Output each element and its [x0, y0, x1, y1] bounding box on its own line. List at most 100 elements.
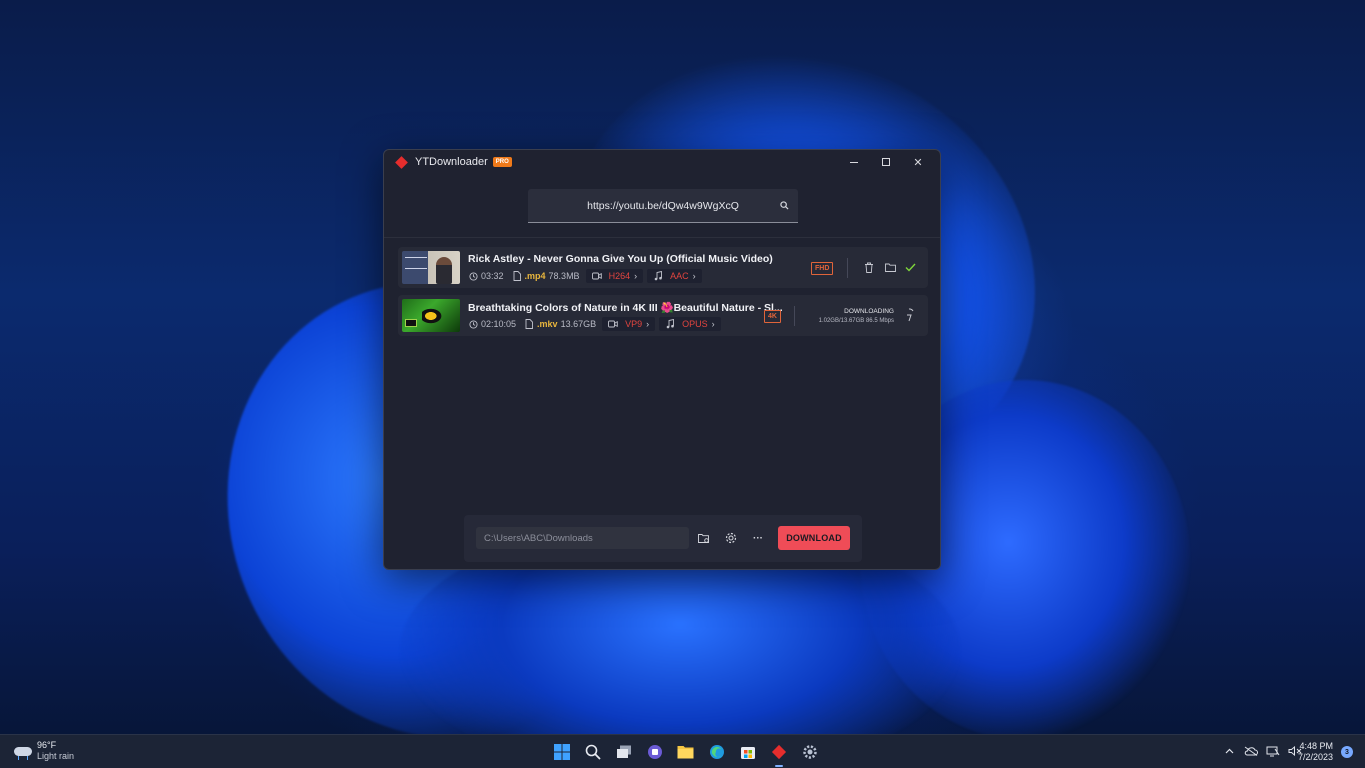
ytdownloader-icon — [771, 744, 786, 760]
quality-badge[interactable]: 4K — [764, 310, 781, 323]
browse-folder-button[interactable] — [696, 530, 712, 546]
store-button[interactable] — [732, 740, 763, 764]
taskbar-search-button[interactable] — [577, 740, 608, 764]
video-meta: 03:32 .mp4 78.3MB H264 › AAC › — [468, 269, 706, 283]
quality-badge[interactable]: FHD — [811, 262, 834, 275]
open-folder-button[interactable] — [883, 260, 897, 274]
folder-settings-icon — [698, 533, 709, 543]
video-codec-selector[interactable]: VP9 › — [602, 317, 656, 331]
show-hidden-icons-button[interactable] — [1219, 743, 1239, 759]
search-icon[interactable] — [770, 201, 798, 210]
chevron-up-icon — [1225, 748, 1233, 754]
chevron-right-icon: › — [711, 319, 715, 329]
video-codec: VP9 — [625, 319, 643, 329]
teams-button[interactable] — [639, 740, 670, 764]
video-title: Breathtaking Colors of Nature in 4K III … — [468, 302, 783, 314]
clock-date: 7/2/2023 — [1297, 752, 1333, 762]
complete-check-icon — [903, 260, 917, 274]
teams-icon — [647, 745, 662, 759]
video-thumbnail — [402, 299, 460, 332]
delete-button[interactable] — [862, 260, 876, 274]
file-icon — [524, 319, 534, 329]
more-options-button[interactable]: ··· — [750, 530, 766, 546]
clock-icon — [468, 319, 478, 329]
cloud-offline-icon — [1244, 746, 1258, 756]
download-item[interactable]: Breathtaking Colors of Nature in 4K III … — [398, 295, 928, 336]
audio-codec: AAC — [670, 271, 689, 281]
weather-rain-icon — [12, 742, 34, 760]
separator — [847, 258, 848, 278]
settings-icon — [802, 745, 817, 759]
weather-widget[interactable]: 96°F Light rain — [12, 740, 74, 762]
chevron-right-icon: › — [646, 319, 650, 329]
onedrive-button[interactable] — [1241, 743, 1261, 759]
thumbnail-bird — [422, 307, 444, 325]
edge-icon — [709, 745, 724, 759]
task-view-icon — [616, 745, 631, 758]
music-note-icon — [653, 271, 663, 281]
edge-button[interactable] — [701, 740, 732, 764]
separator — [794, 306, 795, 326]
close-button[interactable]: ✕ — [902, 152, 934, 172]
video-meta: 02:10:05 .mkv 13.67GB VP9 › OPUS › — [468, 317, 725, 331]
thumbnail-text-mark — [405, 257, 427, 269]
video-camera-icon — [591, 271, 602, 281]
file-icon — [512, 271, 522, 281]
notification-badge[interactable]: 3 — [1341, 746, 1353, 758]
pro-badge: PRO — [492, 157, 512, 167]
video-thumbnail — [402, 251, 460, 284]
weather-description: Light rain — [37, 751, 75, 761]
download-item[interactable]: Rick Astley - Never Gonna Give You Up (O… — [398, 247, 928, 288]
settings-button[interactable] — [723, 530, 739, 546]
more-icon: ··· — [753, 532, 763, 544]
task-view-button[interactable] — [608, 740, 639, 764]
header-divider — [384, 237, 940, 238]
start-button[interactable] — [546, 740, 577, 764]
trash-icon — [865, 262, 873, 273]
store-icon — [740, 747, 755, 759]
ytdownloader-taskbar-button[interactable] — [763, 740, 794, 767]
minimize-button[interactable] — [838, 152, 870, 172]
window-controls: ✕ — [838, 152, 934, 172]
thumbnail-figure — [436, 257, 452, 284]
windows-start-icon — [553, 744, 570, 760]
clock-time: 4:48 PM — [1299, 741, 1333, 751]
video-codec-selector[interactable]: H264 › — [585, 269, 644, 283]
folder-icon — [884, 263, 896, 272]
chevron-right-icon: › — [692, 271, 696, 281]
minimize-icon — [850, 161, 858, 163]
audio-codec-selector[interactable]: AAC › — [647, 269, 702, 283]
download-progress-text: 1.02GB/13.67GB 86.5 Mbps — [818, 318, 894, 324]
video-title: Rick Astley - Never Gonna Give You Up (O… — [468, 253, 773, 265]
settings-taskbar-button[interactable] — [794, 740, 825, 764]
video-duration: 02:10:05 — [481, 319, 517, 329]
search-icon — [585, 744, 601, 760]
gear-icon — [725, 532, 737, 544]
clock-icon — [468, 271, 478, 281]
maximize-button[interactable] — [870, 152, 902, 172]
close-icon: ✕ — [913, 156, 923, 169]
app-window: YTDownloader PRO ✕ https://youtu.be/dQw4… — [383, 149, 941, 570]
taskbar-clock[interactable]: 4:48 PM 7/2/2023 — [1298, 741, 1333, 763]
download-path-field[interactable]: C:\Users\ABC\Downloads — [476, 527, 689, 549]
title-bar[interactable]: YTDownloader PRO ✕ — [384, 150, 940, 174]
network-button[interactable] — [1263, 743, 1283, 759]
music-note-icon — [665, 319, 675, 329]
file-explorer-button[interactable] — [670, 740, 701, 764]
download-button[interactable]: DOWNLOAD — [778, 526, 850, 550]
audio-codec: OPUS — [682, 319, 708, 329]
weather-temperature: 96°F — [37, 740, 57, 750]
taskbar-apps — [546, 740, 825, 767]
chevron-right-icon: › — [634, 271, 638, 281]
audio-codec-selector[interactable]: OPUS › — [659, 317, 721, 331]
thumbnail-4k-mark — [405, 319, 417, 327]
app-logo-icon — [395, 155, 408, 169]
download-status: DOWNLOADING — [844, 308, 894, 315]
progress-indicator-icon[interactable] — [904, 307, 914, 323]
video-duration: 03:32 — [481, 271, 504, 281]
file-size: 13.67GB — [560, 319, 597, 329]
url-input[interactable]: https://youtu.be/dQw4w9WgXcQ — [528, 189, 798, 223]
url-input-value: https://youtu.be/dQw4w9WgXcQ — [587, 199, 739, 212]
app-title: YTDownloader — [415, 156, 488, 168]
system-tray — [1217, 743, 1305, 759]
